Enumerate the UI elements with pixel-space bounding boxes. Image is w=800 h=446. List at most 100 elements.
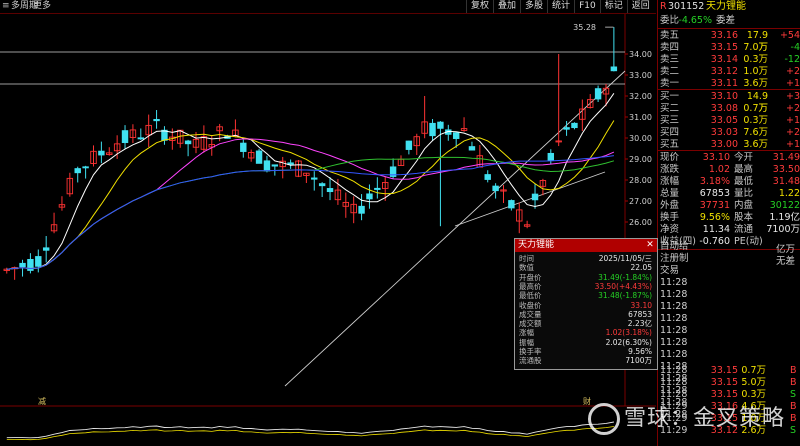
ask-row[interactable]: 卖四 33.15 7.0万 -4 [658,42,800,54]
bid-change: +2 [785,127,800,138]
candle-body [121,130,129,144]
stat-value-2: 1.22 [778,188,800,199]
stat-label-2: 内盘 [734,200,754,211]
more-button[interactable]: 更多 [33,0,51,13]
tick-time: 11:28 [660,313,688,324]
tick-time: 11:28 [660,325,688,336]
indicator-line-1 [6,421,614,439]
bid-change: +2 [785,103,800,114]
stat-value-2: 7100万 [766,224,800,235]
popup-row-label: 流通股 [519,356,542,366]
popup-row-label: 换手率 [519,347,542,356]
stock-name: 天力锂能 [706,1,746,12]
ask-change: -12 [784,54,800,65]
candle-body [153,118,160,122]
bid-label: 买一 [660,91,680,102]
ask-volume: 1.0万 [743,66,768,77]
ask-price: 33.14 [710,54,738,65]
stock-code: 301152 [668,1,705,12]
bid-volume: 0.3万 [743,115,768,126]
bid-row[interactable]: 买四 33.03 7.6万 +2 [658,127,800,139]
info-row-label: 注册制 [660,253,689,264]
candle-body [255,150,263,164]
bid-row[interactable]: 买三 33.05 0.3万 +1 [658,115,800,127]
bid-change: +3 [785,91,800,102]
toolbar-fuquan[interactable]: 复权 [466,0,493,13]
ask-row[interactable]: 卖五 33.16 17.9万 +54 [658,30,800,53]
stat-label: 涨跌 [660,164,680,175]
tick-row[interactable]: 11:28 33.15 5.0万 B [658,377,800,389]
stat-value-2: 1.19亿 [769,212,800,223]
popup-title: 天力锂能 [518,240,555,250]
tick-time: 11:28 [660,365,688,376]
candle-body [82,166,89,169]
bid-price: 33.08 [710,103,738,114]
kline-chart[interactable]: 34.00 33.00 32.00 31.00 30.00 29.00 28.00 27.00… [0,14,656,446]
toolbar-duogu[interactable]: 多股 [520,0,547,13]
stat-row: 现价 33.10 今开 31.49 [658,152,800,164]
bid-row[interactable]: 买二 33.08 0.7万 +2 [658,103,800,115]
close-icon[interactable]: ✕ [645,239,655,252]
tick-flag: B [790,413,797,424]
popup-row-value: 33.50(+4.43%) [594,281,652,291]
y-tick-label: 30.00 [629,134,652,143]
candle-body [374,187,381,190]
tick-volume: 0.7万 [741,365,766,376]
stat-label: 涨幅 [660,176,680,187]
ask-row[interactable]: 卖二 33.12 1.0万 +2 [658,66,800,78]
candle-body [563,127,570,130]
stat-value: 37731 [699,200,730,211]
tick-flag: S [790,425,797,436]
tick-time: 11:28 [660,289,688,300]
toolbar-biaoji[interactable]: 标记 [599,0,627,13]
weibi-value: -4.65% [678,15,712,26]
popup-row: 流通股 7100万 [515,356,655,365]
stat-label-2: 今开 [734,152,754,163]
ask-change: +2 [785,66,800,77]
popup-row-value: 33.10 [630,300,652,310]
popup-row-value: 2025/11/05/三 [598,254,652,263]
toolbar-fanhui[interactable]: 返回 [626,0,654,13]
bid-price: 33.03 [710,127,738,138]
tick-price: 33.15 [710,365,738,376]
event-mark: 减 [38,396,46,406]
toolbar-f10[interactable]: F10 [574,0,600,13]
bid-row[interactable]: 买一 33.10 14.9万 +3 [658,91,800,114]
popup-row: 开盘价 31.49(-1.84%) [515,273,655,282]
stat-value: 11.34 [702,224,730,235]
candle-body [366,193,373,200]
toolbar-diejia[interactable]: 叠加 [493,0,520,13]
popup-row-label: 最高价 [519,281,542,291]
menu-icon[interactable]: ≡ [2,0,10,13]
stat-label: 净资 [660,224,680,235]
popup-row-label: 成交量 [519,309,542,319]
ask-label: 卖三 [660,54,680,65]
ask-label: 卖四 [660,42,680,53]
toolbar-tongji[interactable]: 统计 [547,0,574,13]
y-tick-label: 31.00 [629,113,652,122]
tick-row[interactable]: 11:28 33.15 0.7万 B [658,365,800,377]
y-tick-label: 29.00 [629,155,652,164]
popup-row-label: 涨幅 [519,328,534,338]
stat-value-2: 31.48 [772,176,800,187]
candle-body [184,140,192,145]
tick-time: 11:28 [660,337,688,348]
ask-change: +54 [779,30,800,41]
ask-row[interactable]: 卖三 33.14 0.3万 -12 [658,54,800,66]
popup-header[interactable]: 天力锂能 ✕ [515,239,657,252]
popup-row-label: 振幅 [519,337,534,347]
bid-volume: 0.7万 [743,103,768,114]
stat-value: 67853 [699,188,730,199]
kline-info-popup: 天力锂能 ✕ 时间 2025/11/05/三 数值 22.05 开盘价 31.4… [514,238,658,370]
popup-row-label: 开盘价 [519,272,542,282]
tick-volume: 5.0万 [741,377,766,388]
popup-row: 涨幅 1.02(3.18%) [515,328,655,337]
stat-row: 涨跌 1.02 最高 33.50 [658,164,800,176]
candle-body [437,121,444,129]
popup-row-value: 67853 [628,309,652,319]
ask-volume: 7.0万 [743,42,768,53]
weicha-label: 委差 [716,15,736,26]
ask-price: 33.16 [710,30,738,41]
tick-flag: B [790,365,797,376]
y-tick-label: 26.00 [629,218,652,227]
